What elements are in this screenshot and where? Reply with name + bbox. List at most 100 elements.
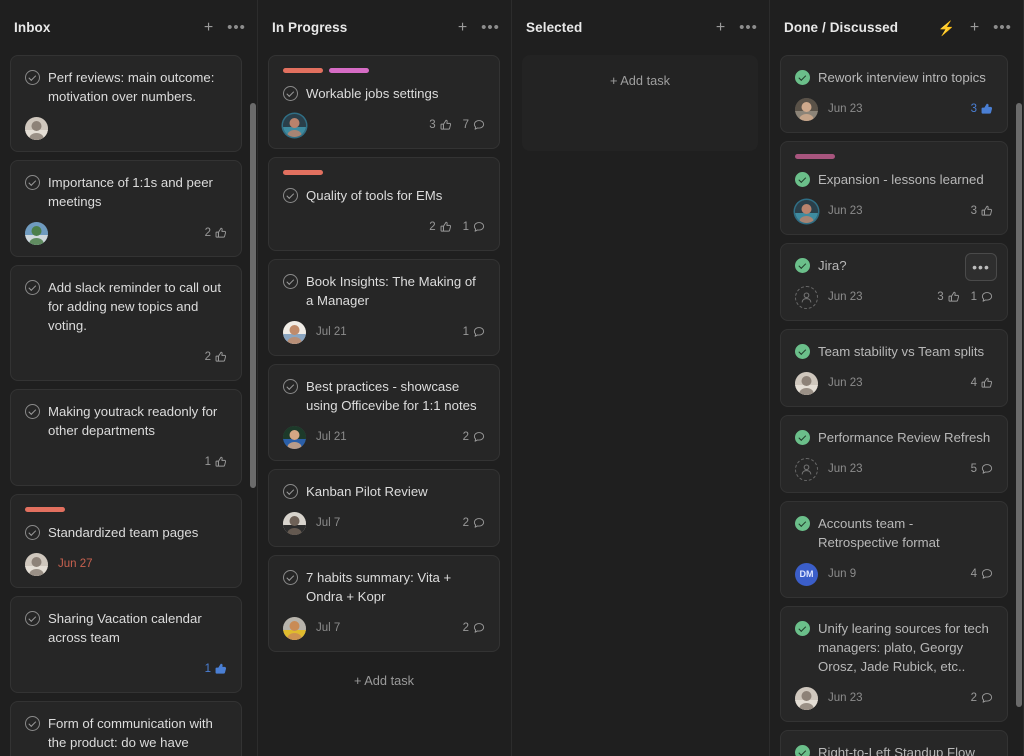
task-card[interactable]: Best practices - showcase using Officevi… <box>268 364 500 461</box>
avatar[interactable] <box>25 553 48 576</box>
task-card[interactable]: Form of communication with the product: … <box>10 701 242 756</box>
like-count[interactable]: 3 <box>971 103 993 115</box>
task-card[interactable]: Unify learing sources for tech managers:… <box>780 606 1008 722</box>
label-pill[interactable] <box>25 507 65 512</box>
comment-count[interactable]: 1 <box>971 291 993 303</box>
avatar[interactable]: DM <box>795 563 818 586</box>
task-card[interactable]: 7 habits summary: Vita + Ondra + KoprJul… <box>268 555 500 652</box>
column-more-menu-icon[interactable]: ••• <box>995 20 1010 36</box>
complete-checkbox-icon[interactable] <box>283 484 298 499</box>
avatar[interactable] <box>795 200 818 223</box>
complete-checkbox-icon[interactable] <box>283 570 298 585</box>
complete-checkbox-icon[interactable] <box>25 404 40 419</box>
complete-checkbox-icon[interactable] <box>795 621 810 636</box>
task-card[interactable]: Team stability vs Team splitsJun 234 <box>780 329 1008 407</box>
comment-count[interactable]: 2 <box>463 622 485 634</box>
comment-count[interactable]: 4 <box>971 568 993 580</box>
complete-checkbox-icon[interactable] <box>795 258 810 273</box>
column-card-list[interactable]: Workable jobs settings37Quality of tools… <box>258 55 512 756</box>
task-card[interactable]: Jira?Jun 2331••• <box>780 243 1008 321</box>
add-task-dropzone[interactable]: + Add task <box>522 55 758 151</box>
avatar[interactable] <box>795 687 818 710</box>
like-count[interactable]: 3 <box>971 205 993 217</box>
like-count[interactable]: 4 <box>971 377 993 389</box>
add-card-icon[interactable]: + <box>713 20 728 36</box>
avatar[interactable] <box>795 98 818 121</box>
complete-checkbox-icon[interactable] <box>795 70 810 85</box>
complete-checkbox-icon[interactable] <box>25 716 40 731</box>
comment-count[interactable]: 7 <box>463 119 485 131</box>
task-card[interactable]: Importance of 1:1s and peer meetings2 <box>10 160 242 257</box>
label-pill[interactable] <box>283 68 323 73</box>
task-card[interactable]: Sharing Vacation calendar across team1 <box>10 596 242 693</box>
comment-count[interactable]: 5 <box>971 463 993 475</box>
task-card[interactable]: Add slack reminder to call out for addin… <box>10 265 242 381</box>
column-scrollbar[interactable] <box>250 103 256 488</box>
avatar[interactable] <box>25 222 48 245</box>
like-count[interactable]: 3 <box>937 291 959 303</box>
task-card[interactable]: Perf reviews: main outcome: motivation o… <box>10 55 242 152</box>
label-pill[interactable] <box>795 154 835 159</box>
like-count[interactable]: 2 <box>429 221 451 233</box>
complete-checkbox-icon[interactable] <box>283 86 298 101</box>
complete-checkbox-icon[interactable] <box>25 280 40 295</box>
column-scrollbar[interactable] <box>1016 103 1022 707</box>
like-count[interactable]: 2 <box>205 351 227 363</box>
task-card[interactable]: Book Insights: The Making of a ManagerJu… <box>268 259 500 356</box>
task-card[interactable]: Workable jobs settings37 <box>268 55 500 149</box>
add-task-button[interactable]: + Add task <box>268 660 500 701</box>
comment-count[interactable]: 1 <box>463 221 485 233</box>
column-more-menu-icon[interactable]: ••• <box>483 20 498 36</box>
task-card[interactable]: Performance Review RefreshJun 235 <box>780 415 1008 493</box>
task-card[interactable]: Standardized team pagesJun 27 <box>10 494 242 588</box>
complete-checkbox-icon[interactable] <box>795 172 810 187</box>
task-card[interactable]: Accounts team - Retrospective formatDMJu… <box>780 501 1008 598</box>
comment-count[interactable]: 2 <box>463 517 485 529</box>
complete-checkbox-icon[interactable] <box>25 175 40 190</box>
label-pill[interactable] <box>283 170 323 175</box>
avatar[interactable] <box>283 426 306 449</box>
task-card[interactable]: Right-to-Left Standup Flow <box>780 730 1008 756</box>
avatar-placeholder-icon[interactable] <box>795 458 818 481</box>
complete-checkbox-icon[interactable] <box>25 525 40 540</box>
avatar[interactable] <box>283 321 306 344</box>
add-card-icon[interactable]: + <box>455 20 470 36</box>
column-more-menu-icon[interactable]: ••• <box>229 20 244 36</box>
column-card-list[interactable]: Rework interview intro topicsJun 233 Expa… <box>770 55 1024 756</box>
avatar[interactable] <box>283 114 306 137</box>
add-card-icon[interactable]: + <box>967 20 982 36</box>
card-more-menu-button[interactable]: ••• <box>965 253 997 281</box>
like-count[interactable]: 1 <box>205 456 227 468</box>
complete-checkbox-icon[interactable] <box>795 344 810 359</box>
column-more-menu-icon[interactable]: ••• <box>741 20 756 36</box>
like-count[interactable]: 2 <box>205 227 227 239</box>
column-card-list[interactable]: Perf reviews: main outcome: motivation o… <box>0 55 258 756</box>
complete-checkbox-icon[interactable] <box>795 516 810 531</box>
like-count[interactable]: 1 <box>205 663 227 675</box>
comment-count[interactable]: 2 <box>463 431 485 443</box>
avatar[interactable] <box>283 617 306 640</box>
task-card[interactable]: Expansion - lessons learnedJun 233 <box>780 141 1008 235</box>
complete-checkbox-icon[interactable] <box>25 70 40 85</box>
column-card-list[interactable]: + Add task <box>512 55 770 756</box>
avatar[interactable] <box>795 372 818 395</box>
comment-count[interactable]: 1 <box>463 326 485 338</box>
task-card[interactable]: Kanban Pilot ReviewJul 72 <box>268 469 500 547</box>
like-count[interactable]: 3 <box>429 119 451 131</box>
avatar[interactable] <box>25 117 48 140</box>
task-card[interactable]: Quality of tools for EMs21 <box>268 157 500 251</box>
complete-checkbox-icon[interactable] <box>283 274 298 289</box>
complete-checkbox-icon[interactable] <box>283 379 298 394</box>
complete-checkbox-icon[interactable] <box>25 611 40 626</box>
add-card-icon[interactable]: + <box>201 20 216 36</box>
task-card[interactable]: Rework interview intro topicsJun 233 <box>780 55 1008 133</box>
label-pill[interactable] <box>329 68 369 73</box>
avatar-placeholder-icon[interactable] <box>795 286 818 309</box>
complete-checkbox-icon[interactable] <box>795 745 810 756</box>
task-card[interactable]: Making youtrack readonly for other depar… <box>10 389 242 486</box>
complete-checkbox-icon[interactable] <box>795 430 810 445</box>
comment-count[interactable]: 2 <box>971 692 993 704</box>
automation-bolt-icon[interactable]: ⚡ <box>939 20 954 36</box>
avatar[interactable] <box>283 512 306 535</box>
complete-checkbox-icon[interactable] <box>283 188 298 203</box>
